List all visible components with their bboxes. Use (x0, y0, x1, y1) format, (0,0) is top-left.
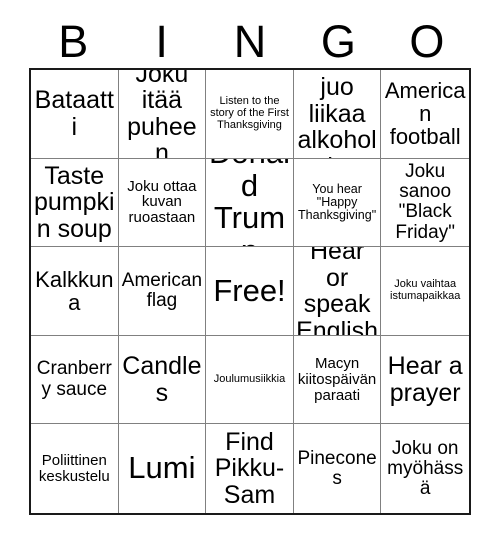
bingo-cell[interactable]: Macyn kiitospäivän paraati (293, 335, 382, 425)
bingo-cell-label: Kalkkuna (35, 266, 114, 315)
bingo-cell[interactable]: Taste pumpkin soup (31, 158, 119, 248)
bingo-header: B I N G O (29, 14, 471, 68)
bingo-cell-label: Taste pumpkin soup (34, 161, 115, 243)
bingo-cell[interactable]: Joku sanoo "Black Friday" (381, 158, 469, 248)
bingo-cell-label: Donald Trump (209, 159, 290, 247)
bingo-cell[interactable]: You hear "Happy Thanksgiving" (293, 158, 382, 248)
bingo-cell-label: Macyn kiitospäivän paraati (297, 354, 377, 404)
bingo-cell-label: Joku juo liikaa alkoholia (297, 70, 377, 158)
bingo-cell-label: American flag (121, 269, 203, 311)
header-letter-o: O (409, 15, 445, 67)
bingo-cell[interactable]: Joulumusiikkia (206, 335, 294, 425)
bingo-cell-label: Poliittinen keskustelu (38, 451, 110, 485)
bingo-cell-label: Pinecones (297, 447, 377, 489)
bingo-cell-label: American football (384, 77, 466, 150)
bingo-cell[interactable]: Pinecones (293, 424, 382, 513)
bingo-grid: Bataatti Joku itää puheen Listen to the … (29, 68, 471, 515)
bingo-cell-label: Hear or speak English (296, 247, 379, 336)
header-letter-b: B (58, 15, 89, 67)
bingo-cell[interactable]: Hear or speak English (293, 247, 382, 336)
bingo-cell-label: Candles (122, 352, 202, 407)
bingo-cell-label: Joku ottaa kuvan ruoastaan (127, 177, 197, 227)
bingo-cell-label: Listen to the story of the First Thanksg… (210, 95, 289, 131)
bingo-cell-label: Joku vaihtaa istumapaikkaa (390, 278, 461, 302)
bingo-cell[interactable]: Joku ottaa kuvan ruoastaan (118, 158, 207, 248)
bingo-cell-label: Joku on myöhässä (387, 437, 464, 499)
bingo-cell[interactable]: Poliittinen keskustelu (31, 424, 119, 513)
bingo-cell-label: Lumi (128, 450, 196, 486)
bingo-cell-label: Joku itää puheen (127, 70, 197, 159)
header-letter-i: I (155, 15, 168, 67)
bingo-cell[interactable]: Bataatti (31, 70, 119, 159)
bingo-cell-label: You hear "Happy Thanksgiving" (298, 181, 377, 223)
bingo-cell[interactable]: Joku juo liikaa alkoholia (293, 70, 382, 159)
bingo-cell-label: Joku sanoo "Black Friday" (395, 161, 455, 243)
bingo-card: B I N G O Bataatti Joku itää puheen List… (0, 0, 500, 544)
bingo-cell-label: Joulumusiikkia (213, 372, 286, 385)
bingo-cell[interactable]: Candles (118, 335, 207, 425)
bingo-cell[interactable]: Donald Trump (206, 158, 294, 248)
bingo-cell-label: Bataatti (34, 86, 114, 141)
bingo-cell[interactable]: Joku on myöhässä (381, 424, 469, 513)
bingo-cell[interactable]: Joku vaihtaa istumapaikkaa (381, 247, 469, 336)
bingo-cell[interactable]: American flag (118, 247, 207, 336)
bingo-cell[interactable]: Lumi (118, 424, 207, 513)
bingo-cell[interactable]: Cranberry sauce (31, 335, 119, 425)
bingo-cell[interactable]: American football (381, 70, 469, 159)
bingo-cell-label: Free! (213, 272, 286, 308)
bingo-cell[interactable]: Listen to the story of the First Thanksg… (206, 70, 294, 159)
bingo-cell-label: Cranberry sauce (36, 358, 112, 400)
bingo-cell-label: Hear a prayer (387, 352, 463, 407)
bingo-cell[interactable]: Joku itää puheen (118, 70, 207, 159)
header-letter-n: N (233, 15, 267, 67)
bingo-cell[interactable]: Kalkkuna (31, 247, 119, 336)
bingo-cell-label: Find Pikku-Sam (214, 427, 285, 509)
header-letter-g: G (320, 15, 356, 67)
bingo-cell-free[interactable]: Free! (206, 247, 294, 336)
bingo-cell[interactable]: Hear a prayer (381, 335, 469, 425)
bingo-cell[interactable]: Find Pikku-Sam (206, 424, 294, 513)
